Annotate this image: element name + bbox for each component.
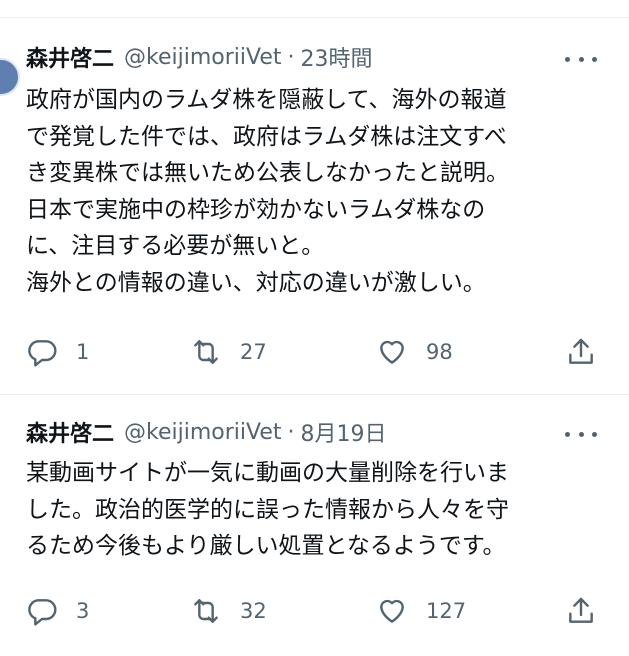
- author-name[interactable]: 森井啓二: [26, 416, 114, 448]
- more-icon[interactable]: [565, 52, 597, 66]
- separator-dot: ·: [287, 419, 295, 445]
- share-icon: [569, 597, 593, 623]
- tweet[interactable]: 森井啓二 @keijimoriiVet · 23時間 政府が国内のラムダ株を隠蔽…: [0, 18, 629, 394]
- reply-button[interactable]: 1: [26, 332, 89, 372]
- tweet-timestamp[interactable]: 8月19日: [301, 416, 387, 448]
- retweet-icon: [194, 599, 218, 623]
- tweet-actions: 1 27 98: [0, 332, 629, 372]
- author-name[interactable]: 森井啓二: [26, 41, 114, 73]
- tweet-text: 政府が国内のラムダ株を隠蔽して、海外の報道 で発覚した件では、政府はラムダ株は注…: [26, 87, 509, 296]
- reply-count: 1: [76, 340, 90, 364]
- reply-button[interactable]: 3: [26, 591, 89, 631]
- retweet-button[interactable]: 32: [190, 591, 267, 631]
- share-button[interactable]: [565, 332, 597, 372]
- like-count: 98: [426, 340, 453, 364]
- tweet-header: 森井啓二 @keijimoriiVet · 8月19日: [26, 415, 387, 449]
- retweet-icon: [194, 340, 218, 364]
- reply-icon: [28, 340, 57, 367]
- like-button[interactable]: 127: [376, 591, 466, 631]
- heart-icon: [380, 599, 404, 623]
- retweet-count: 27: [240, 340, 267, 364]
- separator-dot: ·: [287, 44, 295, 70]
- reply-count: 3: [76, 599, 90, 623]
- more-icon[interactable]: [565, 427, 597, 441]
- author-handle[interactable]: @keijimoriiVet: [124, 45, 282, 70]
- heart-icon: [380, 340, 404, 364]
- tweet-header: 森井啓二 @keijimoriiVet · 23時間: [26, 40, 373, 74]
- tweet[interactable]: 森井啓二 @keijimoriiVet · 8月19日 某動画サイトが一気に動画…: [0, 395, 629, 656]
- retweet-count: 32: [240, 599, 267, 623]
- reply-icon: [28, 599, 57, 626]
- share-button[interactable]: [565, 591, 597, 631]
- retweet-button[interactable]: 27: [190, 332, 267, 372]
- tweet-text: 某動画サイトが一気に動画の大量削除を行いま した。政治的医学的に誤った情報から人…: [26, 460, 509, 559]
- author-handle[interactable]: @keijimoriiVet: [124, 420, 282, 445]
- like-button[interactable]: 98: [376, 332, 453, 372]
- tweet-timestamp[interactable]: 23時間: [301, 41, 373, 73]
- share-icon: [569, 338, 593, 364]
- like-count: 127: [426, 599, 467, 623]
- tweet-actions: 3 32 127: [0, 591, 629, 631]
